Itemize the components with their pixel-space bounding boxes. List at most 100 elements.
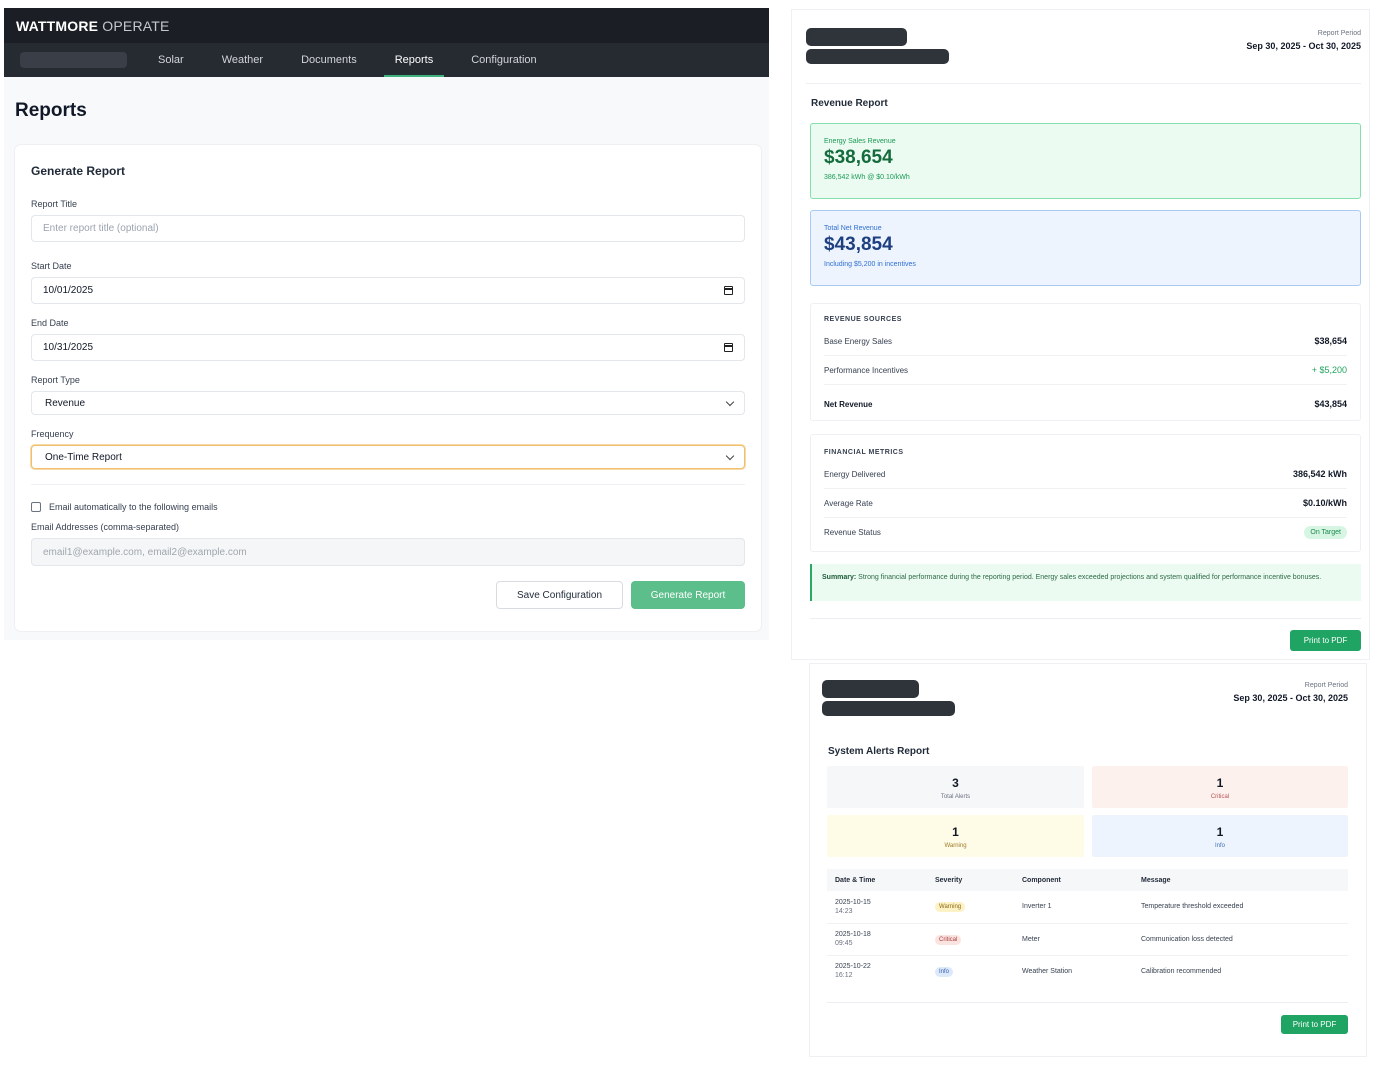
energy-sales-label: Energy Sales Revenue	[824, 138, 896, 145]
report-period: Report Period Sep 30, 2025 - Oct 30, 202…	[1233, 682, 1348, 703]
report-period-label: Report Period	[1317, 30, 1361, 37]
summary-text: Strong financial performance during the …	[856, 574, 1322, 581]
report-period: Report Period Sep 30, 2025 - Oct 30, 202…	[1246, 30, 1361, 51]
alert-severity-cell: Critical	[927, 923, 1014, 956]
alert-count-label: Total Alerts	[940, 794, 971, 800]
alert-time: 09:45	[835, 940, 853, 947]
revenue-sources-section: REVENUE SOURCES Base Energy Sales $38,654…	[810, 303, 1361, 421]
chevron-down-icon	[725, 451, 735, 460]
report-type-select[interactable]: Revenue	[31, 391, 745, 415]
alert-time: 16:12	[835, 972, 853, 980]
severity-badge: Info	[935, 966, 954, 977]
metric-row: Revenue Status On Target	[824, 518, 1347, 547]
warning-alerts-card: 1 Warning	[827, 815, 1084, 857]
report-title-input[interactable]: Enter report title (optional)	[31, 215, 745, 242]
alerts-table: Date & Time Severity Component Message 2…	[827, 869, 1348, 987]
column-header: Date & Time	[827, 869, 927, 891]
column-header: Severity	[927, 869, 1014, 891]
redacted-site-name	[806, 49, 949, 64]
source-value: $38,654	[1314, 336, 1347, 346]
site-selector-redacted[interactable]	[20, 52, 127, 68]
info-alerts-card: 1 Info	[1092, 815, 1348, 857]
end-date-value: 10/31/2025	[43, 342, 94, 353]
net-revenue-sub: Including $5,200 in incentives	[824, 261, 916, 268]
metric-row: Energy Delivered 386,542 kWh	[824, 460, 1347, 489]
energy-sales-value: $38,654	[824, 147, 893, 168]
table-row: 2025-10-15 14:23 Warning Inverter 1 Tempe…	[827, 891, 1348, 924]
frequency-select[interactable]: One-Time Report	[31, 445, 745, 469]
print-to-pdf-button[interactable]: Print to PDF	[1281, 1015, 1348, 1034]
report-period-value: Sep 30, 2025 - Oct 30, 2025	[1246, 41, 1361, 51]
alert-message: Temperature threshold exceeded	[1133, 891, 1348, 924]
nav-items: Solar Weather Documents Reports Configur…	[139, 43, 556, 77]
summary-label: Summary:	[822, 574, 857, 581]
calendar-icon[interactable]	[724, 286, 733, 295]
alert-count-label: Critical	[1210, 794, 1230, 800]
footer-divider	[827, 1002, 1348, 1003]
alert-component: Weather Station	[1022, 967, 1073, 975]
alert-count: 1	[1216, 776, 1224, 790]
source-label: Base Energy Sales	[824, 336, 893, 346]
nav-bar: Solar Weather Documents Reports Configur…	[4, 43, 769, 77]
reports-app: WATTMORE OPERATE Solar Weather Documents…	[4, 8, 769, 640]
alert-count-label: Info	[1214, 843, 1225, 849]
nav-item-configuration[interactable]: Configuration	[452, 43, 555, 77]
generate-report-button[interactable]: Generate Report	[631, 581, 745, 609]
summary-box: Summary: Strong financial performance du…	[810, 564, 1361, 601]
revenue-report-title: Revenue Report	[811, 98, 888, 109]
nav-item-documents[interactable]: Documents	[282, 43, 376, 77]
email-auto-label: Email automatically to the following ema…	[49, 502, 218, 512]
table-header-row: Date & Time Severity Component Message	[827, 869, 1348, 891]
critical-alerts-card: 1 Critical	[1092, 766, 1348, 808]
metric-label: Average Rate	[824, 498, 873, 508]
nav-item-weather[interactable]: Weather	[203, 43, 282, 77]
alert-component: Meter	[1014, 923, 1133, 956]
net-revenue-card: Total Net Revenue $43,854 Including $5,2…	[810, 210, 1361, 286]
footer-divider	[810, 618, 1361, 619]
alert-message: Communication loss detected	[1133, 923, 1348, 956]
alert-severity-cell: Warning	[927, 891, 1014, 924]
print-to-pdf-button[interactable]: Print to PDF	[1290, 630, 1361, 651]
redacted-site-name	[822, 701, 955, 716]
alert-component: Inverter 1	[1014, 891, 1133, 924]
source-row-total: Net Revenue $43,854	[824, 385, 1347, 423]
alert-datetime: 2025-10-18 09:45	[827, 923, 927, 956]
alert-time: 14:23	[835, 907, 853, 915]
chevron-down-icon	[725, 397, 735, 406]
alerts-report-preview: Report Period Sep 30, 2025 - Oct 30, 202…	[810, 664, 1366, 1056]
alert-message: Calibration recommended	[1141, 967, 1222, 975]
end-date-input[interactable]: 10/31/2025	[31, 334, 745, 361]
severity-badge: Critical	[935, 934, 962, 945]
start-date-label: Start Date	[31, 261, 72, 271]
save-configuration-button[interactable]: Save Configuration	[496, 581, 623, 609]
brand-logo[interactable]: WATTMORE OPERATE	[16, 18, 170, 34]
divider	[31, 484, 745, 485]
report-period-value: Sep 30, 2025 - Oct 30, 2025	[1233, 693, 1348, 703]
email-auto-checkbox[interactable]	[31, 502, 41, 512]
alert-date: 2025-10-18	[835, 931, 871, 938]
redacted-logo	[822, 680, 919, 698]
financial-metrics-title: FINANCIAL METRICS	[824, 449, 904, 456]
financial-metrics-section: FINANCIAL METRICS Energy Delivered 386,54…	[810, 434, 1361, 552]
redacted-logo	[806, 28, 907, 46]
status-badge: On Target	[1304, 526, 1347, 539]
top-bar: WATTMORE OPERATE	[4, 8, 769, 43]
end-date-label: End Date	[31, 318, 69, 328]
alert-datetime: 2025-10-15 14:23	[827, 891, 927, 924]
nav-item-reports[interactable]: Reports	[376, 43, 453, 77]
metric-value: $0.10/kWh	[1302, 498, 1347, 508]
metric-label: Energy Delivered	[824, 469, 886, 479]
start-date-input[interactable]: 10/01/2025	[31, 277, 745, 304]
email-addresses-input[interactable]: email1@example.com, email2@example.com	[31, 538, 745, 566]
net-revenue-value: $43,854	[824, 234, 893, 255]
header-divider	[806, 83, 1361, 84]
metric-row: Average Rate $0.10/kWh	[824, 489, 1347, 518]
alert-count-label: Warning	[944, 843, 967, 849]
source-value: $43,854	[1314, 399, 1347, 409]
calendar-icon[interactable]	[724, 343, 733, 352]
nav-item-solar[interactable]: Solar	[139, 43, 203, 77]
severity-badge: Warning	[935, 902, 966, 913]
source-row: Performance Incentives + $5,200	[824, 356, 1347, 385]
revenue-sources-title: REVENUE SOURCES	[824, 316, 902, 323]
source-label: Net Revenue	[824, 399, 873, 409]
